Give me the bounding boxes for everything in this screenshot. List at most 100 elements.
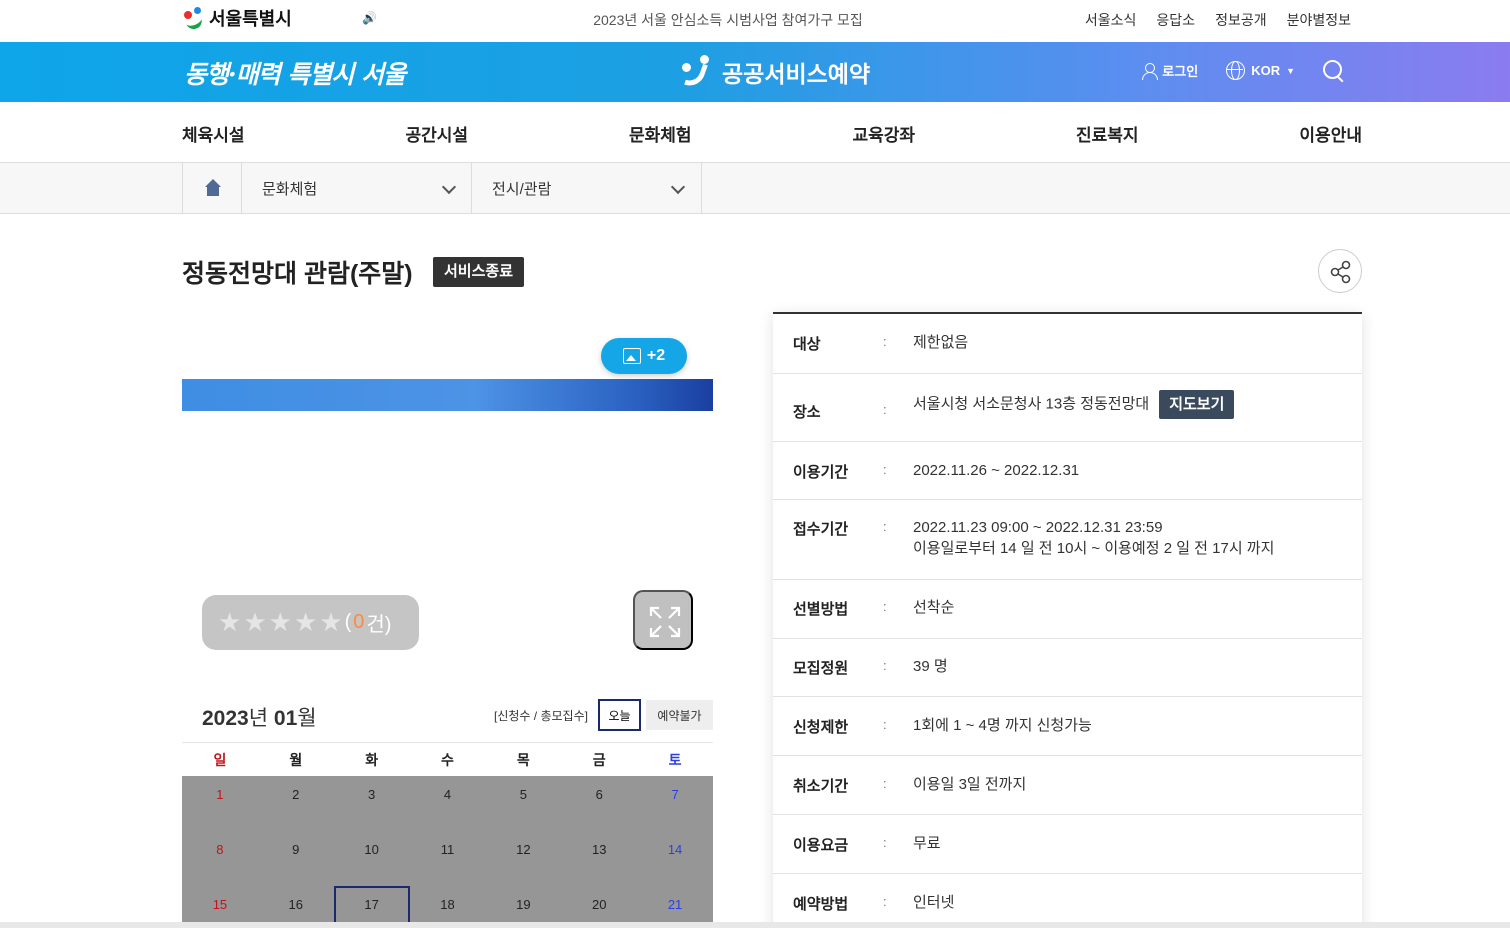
nav-space[interactable]: 공간시설 bbox=[405, 121, 468, 146]
breadcrumb: 문화체험 전시/관람 bbox=[0, 163, 1510, 214]
weekday-sat: 토 bbox=[668, 751, 682, 768]
info-row: 취소기간: 이용일 3일 전까지 bbox=[773, 756, 1362, 815]
page-title: 정동전망대 관람(주말) bbox=[182, 260, 413, 288]
info-label: 장소 bbox=[793, 404, 821, 421]
calendar-year-suffix: 년 bbox=[248, 707, 269, 730]
today-button[interactable]: 오늘 bbox=[598, 699, 641, 731]
info-value-text: 2022.11.23 09:00 ~ 2022.12.31 23:59 bbox=[913, 519, 1163, 536]
rating-count-close: 건) bbox=[366, 614, 392, 636]
image-icon bbox=[622, 348, 641, 364]
calendar-day[interactable]: 1 bbox=[182, 776, 258, 831]
link-eungdapso[interactable]: 응답소 bbox=[1156, 10, 1195, 30]
info-colon: : bbox=[883, 717, 887, 732]
link-field-info[interactable]: 분야별정보 bbox=[1287, 10, 1351, 30]
info-colon: : bbox=[883, 402, 887, 417]
calendar-day[interactable]: 4 bbox=[410, 776, 486, 831]
info-row: 이용요금: 무료 bbox=[773, 815, 1362, 874]
chevron-down-icon bbox=[670, 179, 686, 195]
calendar-day[interactable]: 6 bbox=[561, 776, 637, 831]
info-row: 접수기간: 2022.11.23 09:00 ~ 2022.12.31 23:59… bbox=[773, 500, 1362, 580]
nav-medical[interactable]: 진료복지 bbox=[1076, 121, 1139, 146]
info-row: 장소: 서울시청 서소문청사 13층 정동전망대 지도보기 bbox=[773, 374, 1362, 442]
calendar-day[interactable]: 13 bbox=[561, 831, 637, 886]
calendar-day[interactable]: 10 bbox=[334, 831, 410, 886]
calendar-day[interactable]: 12 bbox=[485, 831, 561, 886]
calendar-day[interactable]: 8 bbox=[182, 831, 258, 886]
venue-photo bbox=[182, 379, 713, 411]
brand-logo-icon bbox=[680, 54, 716, 90]
slogan: 동행·매력 특별시 서울 bbox=[184, 60, 406, 89]
login-label: 로그인 bbox=[1162, 64, 1199, 79]
breadcrumb-level1-label: 문화체험 bbox=[262, 180, 318, 198]
map-view-button[interactable]: 지도보기 bbox=[1159, 390, 1235, 419]
share-icon bbox=[1330, 260, 1351, 284]
star-icon: ★ bbox=[293, 607, 318, 637]
calendar-day[interactable]: 3 bbox=[334, 776, 410, 831]
calendar-grid: 일 월 화 수 목 금 토 1 2 3 4 5 6 7 8 9 10 11 12 13 14 15 16 17 1… bbox=[182, 742, 713, 928]
info-value-text: 인터넷 bbox=[913, 894, 955, 911]
gallery-more-button[interactable]: +2 bbox=[601, 338, 687, 374]
info-row: 선별방법: 선착순 bbox=[773, 580, 1362, 639]
weekday-mon: 월 bbox=[289, 751, 303, 768]
weekday-tue: 화 bbox=[365, 751, 379, 768]
info-label: 예약방법 bbox=[793, 896, 849, 913]
utility-links: 서울소식 응답소 정보공개 분야별정보 bbox=[1085, 10, 1351, 30]
info-value-text: 제한없음 bbox=[913, 334, 969, 351]
nav-education[interactable]: 교육강좌 bbox=[852, 121, 915, 146]
unavailable-legend: 예약불가 bbox=[646, 700, 713, 730]
info-value: 서울시청 서소문청사 13층 정동전망대 지도보기 bbox=[913, 390, 1235, 419]
language-label: KOR bbox=[1251, 63, 1281, 78]
nav-sports[interactable]: 체육시설 bbox=[182, 121, 245, 146]
calendar-weekday-header: 일 월 화 수 목 금 토 bbox=[182, 742, 713, 776]
calendar-day[interactable]: 9 bbox=[258, 831, 334, 886]
info-value-text: 서울시청 서소문청사 13층 정동전망대 bbox=[913, 395, 1150, 413]
weekday-wed: 수 bbox=[441, 751, 454, 768]
calendar-day[interactable]: 11 bbox=[410, 831, 486, 886]
calendar-title: 2023년 01월 bbox=[202, 702, 317, 732]
horizontal-scrollbar[interactable] bbox=[0, 922, 1510, 928]
user-icon bbox=[1142, 62, 1159, 80]
nav-culture[interactable]: 문화체험 bbox=[629, 121, 692, 146]
calendar-day[interactable]: 5 bbox=[485, 776, 561, 831]
calendar-day[interactable]: 2 bbox=[258, 776, 334, 831]
star-icon: ★ bbox=[268, 607, 292, 637]
header-actions: 로그인 KOR ▼ bbox=[1142, 60, 1344, 81]
login-button[interactable]: 로그인 bbox=[1142, 61, 1198, 80]
calendar-month-suffix: 월 bbox=[297, 707, 317, 730]
link-info-disclosure[interactable]: 정보공개 bbox=[1215, 10, 1267, 30]
info-label: 취소기간 bbox=[793, 778, 849, 795]
info-value: 제한없음 bbox=[913, 332, 968, 353]
brand-logo[interactable]: 공공서비스예약 bbox=[680, 54, 870, 90]
breadcrumb-level1-select[interactable]: 문화체험 bbox=[241, 163, 472, 213]
calendar-days: 1 2 3 4 5 6 7 8 9 10 11 12 13 14 15 16 17 18 19 20 21 bbox=[182, 776, 713, 928]
breadcrumb-home[interactable] bbox=[182, 163, 242, 213]
expand-gallery-button[interactable] bbox=[633, 590, 693, 650]
globe-icon bbox=[1226, 61, 1246, 80]
search-button[interactable] bbox=[1323, 60, 1344, 81]
calendar-day[interactable]: 7 bbox=[637, 776, 713, 831]
link-seoul-news[interactable]: 서울소식 bbox=[1085, 10, 1137, 30]
weekday-thu: 목 bbox=[516, 751, 530, 768]
info-value-text: 2022.11.26 ~ 2022.12.31 bbox=[913, 462, 1080, 479]
header-banner: 동행·매력 특별시 서울 공공서비스예약 로그인 KOR ▼ bbox=[0, 42, 1510, 102]
info-value-text: 선착순 bbox=[913, 599, 955, 616]
info-colon: : bbox=[883, 776, 887, 791]
info-value: 2022.11.23 09:00 ~ 2022.12.31 23:59 이용일로부… bbox=[913, 517, 1274, 559]
gallery-more-count: +2 bbox=[646, 347, 666, 364]
info-label: 모집정원 bbox=[793, 660, 849, 677]
caret-down-icon: ▼ bbox=[1286, 65, 1295, 76]
info-value: 1회에 1 ~ 4명 까지 신청가능 bbox=[913, 715, 1092, 736]
breadcrumb-level2-select[interactable]: 전시/관람 bbox=[471, 163, 702, 213]
expand-icon bbox=[649, 606, 681, 638]
info-colon: : bbox=[883, 835, 887, 850]
info-label: 신청제한 bbox=[793, 719, 849, 736]
info-value: 이용일 3일 전까지 bbox=[913, 774, 1026, 795]
nav-guide[interactable]: 이용안내 bbox=[1299, 121, 1362, 146]
info-row: 대상: 제한없음 bbox=[773, 314, 1362, 374]
info-label: 대상 bbox=[793, 336, 821, 353]
calendar-day[interactable]: 14 bbox=[637, 831, 713, 886]
language-select[interactable]: KOR ▼ bbox=[1226, 61, 1295, 80]
share-button[interactable] bbox=[1318, 249, 1362, 293]
calendar-legend: [신청수 / 총모집수] bbox=[494, 709, 588, 723]
status-badge: 서비스종료 bbox=[433, 257, 525, 287]
